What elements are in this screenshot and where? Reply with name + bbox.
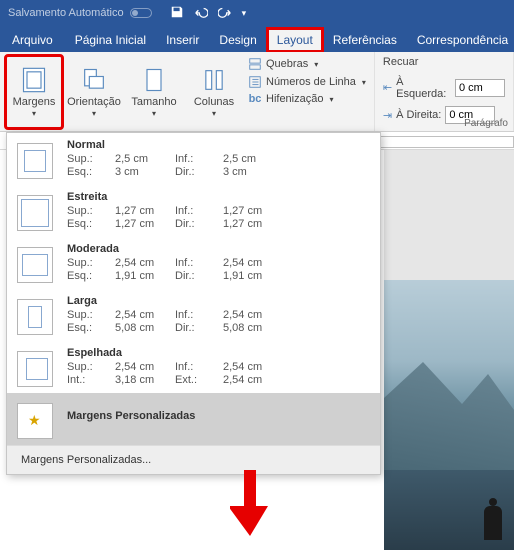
quick-access-toolbar: ▾ — [170, 5, 247, 22]
line-numbers-button[interactable]: Números de Linha▾ — [246, 74, 368, 90]
columns-button[interactable]: Colunas ▾ — [186, 56, 242, 128]
autosave-indicator: Salvamento Automático — [8, 7, 152, 19]
margin-custom-icon — [17, 403, 53, 439]
undo-icon[interactable] — [194, 5, 208, 22]
indent-right-icon: ⇥ — [383, 109, 392, 122]
tab-layout[interactable]: Layout — [267, 28, 323, 52]
chevron-down-icon: ▾ — [152, 109, 156, 118]
margin-preset-mirrored[interactable]: Espelhada Sup.:2,54 cm Inf.:2,54 cm Int.… — [7, 341, 380, 393]
preset-title: Margens Personalizadas — [67, 410, 195, 422]
margin-moderate-icon — [17, 247, 53, 283]
hyphenation-button[interactable]: bc Hifenização▾ — [246, 92, 368, 106]
size-label: Tamanho — [131, 96, 176, 108]
margins-button[interactable]: Margens ▾ — [6, 56, 62, 128]
preset-title: Larga — [67, 295, 370, 307]
tab-design[interactable]: Design — [209, 28, 266, 52]
preset-title: Estreita — [67, 191, 370, 203]
custom-margins-menu-item[interactable]: Margens Personalizadas... — [7, 445, 380, 474]
preset-title: Normal — [67, 139, 370, 151]
hyphenation-icon: bc — [248, 93, 262, 105]
annotation-arrow-icon — [230, 470, 270, 536]
tab-references[interactable]: Referências — [323, 28, 407, 52]
indent-right-label: À Direita: — [396, 109, 441, 121]
person-silhouette — [484, 506, 502, 540]
document-image — [384, 280, 514, 550]
title-bar: Salvamento Automático ▾ — [0, 0, 514, 26]
hyphenation-label: Hifenização — [266, 93, 323, 105]
group-page-setup: Margens ▾ Orientação ▾ Tamanho ▾ Colunas… — [0, 52, 375, 131]
preset-title: Espelhada — [67, 347, 370, 359]
indent-left-input[interactable] — [455, 79, 505, 97]
margin-preset-custom-current[interactable]: Margens Personalizadas — [7, 393, 380, 445]
margin-preset-wide[interactable]: Larga Sup.:2,54 cm Inf.:2,54 cm Esq.:5,0… — [7, 289, 380, 341]
line-numbers-icon — [248, 75, 262, 89]
columns-label: Colunas — [194, 96, 234, 108]
mountain-shape — [384, 350, 514, 470]
preset-title: Moderada — [67, 243, 370, 255]
autosave-toggle[interactable] — [130, 8, 152, 18]
horizontal-ruler[interactable] — [374, 136, 514, 148]
tab-home[interactable]: Página Inicial — [65, 28, 156, 52]
margin-preset-normal[interactable]: Normal Sup.:2,5 cm Inf.:2,5 cm Esq.:3 cm… — [7, 133, 380, 185]
margins-label: Margens — [13, 96, 56, 108]
margin-normal-icon — [17, 143, 53, 179]
document-area — [384, 150, 514, 550]
margins-icon — [20, 66, 48, 94]
indent-left-icon: ⇤ — [383, 81, 392, 94]
paragraph-group-label: Parágrafo — [464, 118, 508, 129]
breaks-icon — [248, 57, 262, 71]
margin-narrow-icon — [17, 195, 53, 231]
redo-icon[interactable] — [218, 5, 232, 22]
tab-file[interactable]: Arquivo — [0, 28, 65, 52]
chevron-down-icon: ▾ — [92, 109, 96, 118]
margin-preset-narrow[interactable]: Estreita Sup.:1,27 cm Inf.:1,27 cm Esq.:… — [7, 185, 380, 237]
tab-insert[interactable]: Inserir — [156, 28, 209, 52]
qat-dropdown-icon[interactable]: ▾ — [242, 8, 247, 19]
autosave-label: Salvamento Automático — [8, 7, 124, 19]
margin-mirrored-icon — [17, 351, 53, 387]
ribbon: Margens ▾ Orientação ▾ Tamanho ▾ Colunas… — [0, 52, 514, 132]
columns-icon — [200, 66, 228, 94]
breaks-label: Quebras — [266, 58, 308, 70]
indent-title: Recuar — [383, 56, 505, 68]
margin-wide-icon — [17, 299, 53, 335]
page-setup-small: Quebras▾ Números de Linha▾ bc Hifenizaçã… — [246, 56, 368, 106]
margin-preset-moderate[interactable]: Moderada Sup.:2,54 cm Inf.:2,54 cm Esq.:… — [7, 237, 380, 289]
orientation-icon — [80, 66, 108, 94]
line-numbers-label: Números de Linha — [266, 76, 356, 88]
margins-dropdown: Normal Sup.:2,5 cm Inf.:2,5 cm Esq.:3 cm… — [6, 132, 381, 475]
ribbon-tabs: Arquivo Página Inicial Inserir Design La… — [0, 26, 514, 52]
size-icon — [140, 66, 168, 94]
indent-left-label: À Esquerda: — [396, 76, 451, 100]
breaks-button[interactable]: Quebras▾ — [246, 56, 368, 72]
chevron-down-icon: ▾ — [212, 109, 216, 118]
chevron-down-icon: ▾ — [32, 109, 36, 118]
orientation-label: Orientação — [67, 96, 121, 108]
size-button[interactable]: Tamanho ▾ — [126, 56, 182, 128]
orientation-button[interactable]: Orientação ▾ — [66, 56, 122, 128]
save-icon[interactable] — [170, 5, 184, 22]
tab-mailings[interactable]: Correspondência — [407, 28, 514, 52]
